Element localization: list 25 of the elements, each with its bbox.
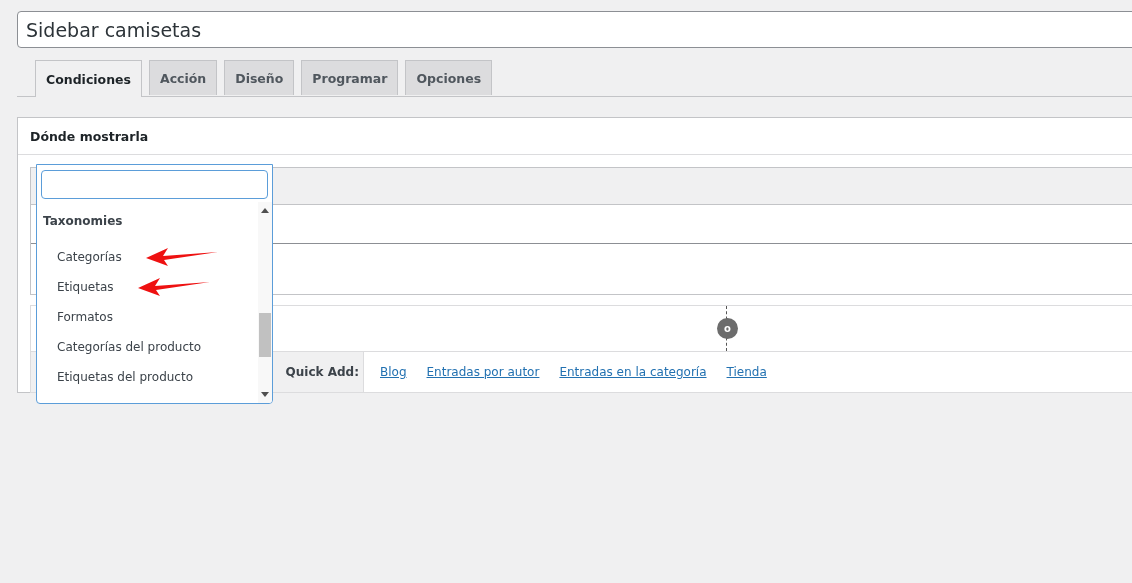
title-field[interactable]: Sidebar camisetas [17, 11, 1132, 48]
tab[interactable]: Diseño [224, 60, 295, 95]
scrollbar[interactable] [258, 202, 272, 403]
quick-add-label: Quick Add: [285, 365, 359, 379]
tab[interactable]: Acción [149, 60, 218, 95]
scrollbar-thumb[interactable] [259, 313, 271, 357]
arrow-icon [137, 277, 210, 297]
panel-title: Dónde mostrarla [30, 128, 149, 144]
dropdown-option[interactable]: Categorías del producto [57, 340, 202, 354]
dropdown-option[interactable]: Categorías [57, 250, 122, 264]
search-field[interactable] [41, 170, 268, 199]
scroll-up-icon[interactable] [261, 208, 269, 213]
arrow-icon [145, 247, 218, 267]
quick-add-link[interactable]: Tienda [726, 365, 767, 379]
tab[interactable]: Condiciones [35, 60, 142, 97]
operator-badge: o [717, 318, 738, 339]
quick-add-link[interactable]: Blog [380, 365, 407, 379]
dropdown-option[interactable]: Etiquetas [57, 280, 114, 294]
tab[interactable]: Opciones [405, 60, 493, 95]
quick-add-link[interactable]: Entradas en la categoría [559, 365, 707, 379]
option-group-label: Taxonomies [42, 214, 124, 230]
tab[interactable]: Programar [301, 60, 399, 95]
quick-add-link[interactable]: Entradas por autor [426, 365, 540, 379]
dropdown-option[interactable]: Formatos [57, 310, 113, 324]
dropdown-option[interactable]: Etiquetas del producto [57, 370, 193, 384]
